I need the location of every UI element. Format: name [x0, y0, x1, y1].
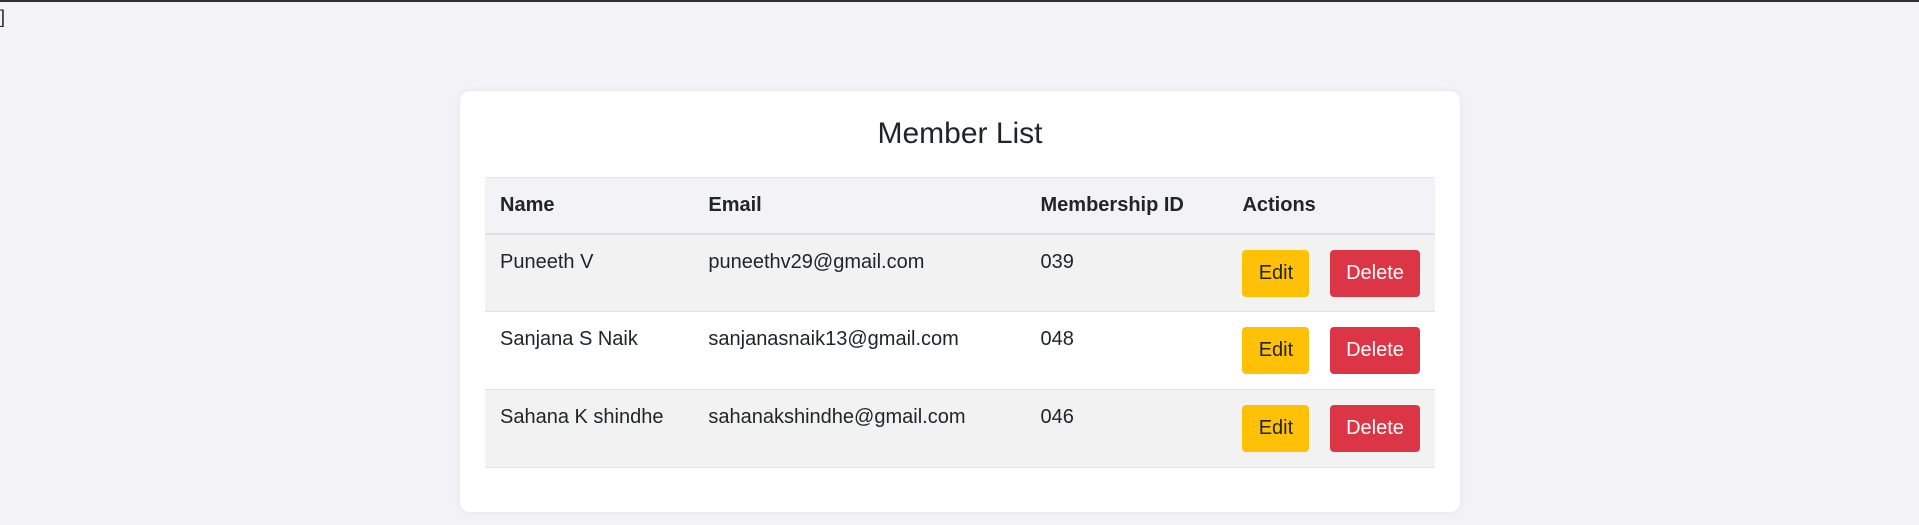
header-row: Name Email Membership ID Actions — [485, 177, 1435, 235]
column-header-membership-id: Membership ID — [1025, 177, 1228, 235]
row-actions: Edit Delete — [1227, 390, 1435, 468]
member-email: sahanakshindhe@gmail.com — [708, 406, 966, 428]
table-body: Puneeth V puneethv29@gmail.com 039 Edit … — [485, 233, 1435, 468]
delete-button[interactable]: Delete — [1330, 249, 1420, 297]
member-table: Name Email Membership ID Actions Puneeth… — [485, 177, 1435, 468]
stray-text: ] — [0, 7, 6, 27]
table-row: Sanjana S Naik sanjanasnaik13@gmail.com … — [485, 312, 1435, 390]
member-email: sanjanasnaik13@gmail.com — [708, 328, 959, 350]
column-header-name: Name — [485, 177, 694, 235]
table-row: Sahana K shindhe sahanakshindhe@gmail.co… — [485, 389, 1435, 468]
edit-button[interactable]: Edit — [1242, 405, 1310, 452]
page-title: Member List — [877, 117, 1043, 150]
delete-button[interactable]: Delete — [1330, 327, 1420, 374]
member-id: 046 — [1040, 406, 1074, 428]
member-list-card: Member List Name Email Membership ID Act… — [460, 91, 1460, 512]
member-name: Puneeth V — [500, 250, 594, 273]
top-border — [0, 0, 1919, 2]
row-actions: Edit Delete — [1227, 234, 1435, 312]
table-header: Name Email Membership ID Actions — [485, 177, 1435, 235]
row-actions: Edit Delete — [1227, 312, 1435, 390]
member-name: Sanjana S Naik — [500, 328, 638, 350]
member-name: Sahana K shindhe — [500, 406, 664, 428]
edit-button[interactable]: Edit — [1242, 249, 1310, 297]
member-id: 048 — [1040, 328, 1074, 350]
member-id: 039 — [1040, 250, 1074, 273]
delete-button[interactable]: Delete — [1330, 405, 1420, 452]
column-header-email: Email — [693, 177, 1026, 235]
edit-button[interactable]: Edit — [1242, 327, 1310, 374]
member-email: puneethv29@gmail.com — [708, 250, 925, 273]
table-row: Puneeth V puneethv29@gmail.com 039 Edit … — [485, 233, 1435, 312]
column-header-actions: Actions — [1227, 177, 1435, 235]
